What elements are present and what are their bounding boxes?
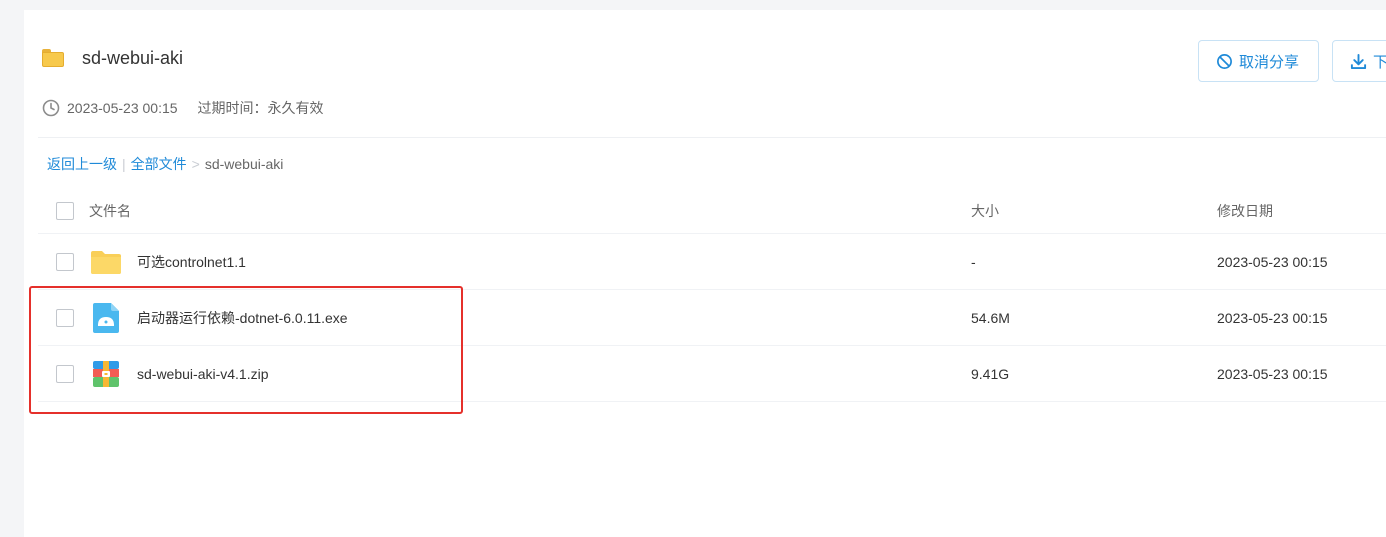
- breadcrumb-current: sd-webui-aki: [204, 156, 284, 172]
- file-name[interactable]: 可选controlnet1.1: [137, 252, 246, 272]
- breadcrumb-separator: |: [122, 156, 126, 172]
- header-modified[interactable]: 修改日期: [1217, 188, 1273, 233]
- table-header: 文件名 大小 修改日期: [38, 188, 1386, 234]
- breadcrumb-chevron: >: [191, 156, 200, 172]
- share-date: 2023-05-23 00:15: [67, 100, 178, 116]
- header-name[interactable]: 文件名: [89, 188, 131, 233]
- back-link[interactable]: 返回上一级: [47, 154, 117, 174]
- share-header: sd-webui-aki: [42, 46, 183, 70]
- file-size: 54.6M: [971, 309, 1010, 326]
- breadcrumb: 返回上一级 | 全部文件 > sd-webui-aki: [47, 154, 283, 174]
- select-all-checkbox[interactable]: [56, 201, 74, 220]
- divider: [38, 137, 1386, 138]
- share-title: sd-webui-aki: [82, 47, 184, 68]
- folder-icon: [91, 250, 121, 274]
- file-modified: 2023-05-23 00:15: [1217, 365, 1328, 382]
- header-size[interactable]: 大小: [971, 188, 999, 233]
- cancel-share-label: 取消分享: [1239, 53, 1300, 71]
- download-button[interactable]: 下: [1332, 40, 1386, 82]
- download-label: 下: [1373, 53, 1386, 71]
- row-checkbox[interactable]: [56, 252, 74, 271]
- file-modified: 2023-05-23 00:15: [1217, 309, 1328, 326]
- all-files-link[interactable]: 全部文件: [131, 154, 187, 174]
- table-row[interactable]: 可选controlnet1.1 - 2023-05-23 00:15: [38, 234, 1386, 290]
- file-size: 9.41G: [971, 365, 1010, 382]
- share-meta: 2023-05-23 00:15 过期时间：永久有效: [42, 98, 324, 118]
- file-modified: 2023-05-23 00:15: [1217, 253, 1328, 270]
- folder-icon: [42, 49, 64, 67]
- share-panel: sd-webui-aki 2023-05-23 00:15 过期时间：永久有效 …: [24, 10, 1386, 537]
- cancel-share-button[interactable]: 取消分享: [1198, 40, 1319, 82]
- file-size: -: [971, 253, 976, 270]
- expire-info: 过期时间：永久有效: [197, 100, 324, 116]
- highlight-box: [29, 286, 463, 414]
- download-icon: [1350, 53, 1367, 69]
- clock-icon: [42, 99, 60, 117]
- ban-icon: [1217, 53, 1232, 69]
